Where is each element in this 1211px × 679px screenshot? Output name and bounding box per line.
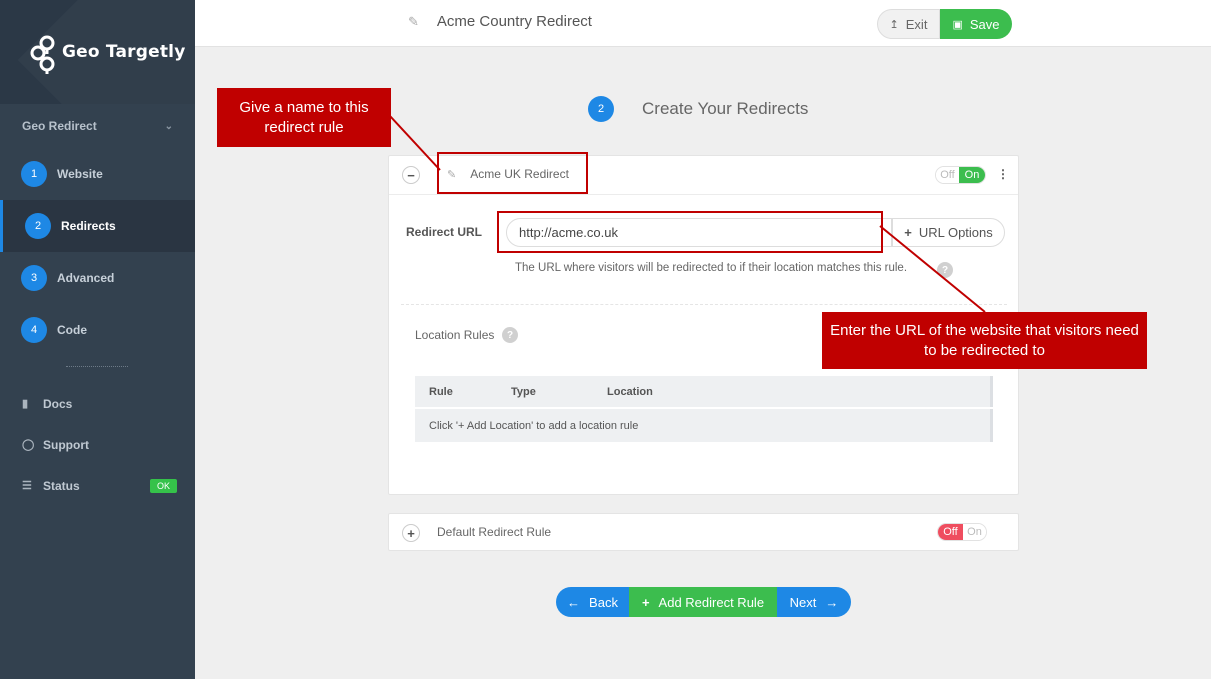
step-number: 2	[25, 213, 51, 239]
exit-icon: ↥	[889, 18, 899, 31]
next-label: Next	[789, 594, 817, 610]
sidebar: Geo Targetly Geo Redirect ⌄ 1 Website 2 …	[0, 0, 195, 679]
brand-logo[interactable]: Geo Targetly	[0, 0, 195, 104]
step-indicator: 2	[588, 96, 614, 122]
column-header: Rule	[429, 385, 453, 398]
default-rule-label[interactable]: Default Redirect Rule	[437, 525, 551, 539]
exit-label: Exit	[905, 16, 928, 32]
toggle-on: On	[959, 167, 985, 183]
floppy-icon: ▣	[952, 18, 963, 31]
sidebar-item-support[interactable]: ◯ Support	[0, 424, 195, 465]
sidebar-item-label: Advanced	[57, 271, 115, 285]
chat-icon: ◯	[22, 439, 35, 451]
help-icon[interactable]: ?	[502, 327, 518, 343]
callout-name: Give a name to this redirect rule	[217, 88, 391, 147]
arrow-left-icon: ←	[567, 594, 581, 610]
add-redirect-rule-button[interactable]: + Add Redirect Rule	[629, 587, 777, 617]
page-title[interactable]: ✎ Acme Country Redirect	[408, 13, 592, 30]
plus-icon: +	[904, 225, 912, 240]
sidebar-item-advanced[interactable]: 3 Advanced	[0, 252, 195, 304]
sidebar-item-code[interactable]: 4 Code	[0, 304, 195, 356]
chevron-down-icon: ⌄	[164, 120, 173, 132]
sidebar-item-docs[interactable]: ▮ Docs	[0, 383, 195, 424]
url-hint: The URL where visitors will be redirecte…	[515, 262, 908, 274]
sidebar-item-status[interactable]: ☰ Status OK	[0, 465, 195, 506]
brand-name: Geo Targetly	[62, 42, 186, 62]
redirect-url-label: Redirect URL	[406, 225, 483, 239]
back-label: Back	[589, 594, 618, 610]
top-bar: ✎ Acme Country Redirect ↥ Exit ▣ Save	[195, 0, 1211, 47]
plus-icon: +	[641, 594, 650, 610]
expand-button[interactable]: +	[402, 524, 420, 542]
location-pin-icon	[30, 34, 58, 74]
sidebar-item-label: Website	[57, 167, 103, 181]
step-number: 1	[21, 161, 47, 187]
location-rules-title: Location Rules	[415, 328, 495, 342]
book-icon: ▮	[22, 398, 29, 410]
step-title: Create Your Redirects	[642, 99, 809, 118]
highlight-url-input	[497, 211, 883, 253]
sidebar-item-label: Redirects	[61, 219, 116, 233]
section-label: Geo Redirect	[22, 119, 97, 133]
rule-toggle[interactable]: Off On	[935, 166, 986, 184]
sidebar-item-label: Code	[57, 323, 87, 337]
toggle-on: On	[963, 524, 986, 540]
callout-url: Enter the URL of the website that visito…	[822, 312, 1147, 369]
toggle-off: Off	[936, 167, 959, 183]
section-geo-redirect[interactable]: Geo Redirect ⌄	[0, 104, 195, 148]
exit-button[interactable]: ↥ Exit	[877, 9, 940, 39]
status-badge: OK	[149, 478, 177, 493]
database-icon: ☰	[22, 480, 32, 492]
next-button[interactable]: Next →	[777, 587, 851, 617]
wizard-nav: ← Back + Add Redirect Rule Next →	[556, 587, 851, 617]
sidebar-item-label: Status	[43, 478, 80, 493]
location-rules-table: Rule Type Location Click '+ Add Location…	[415, 376, 993, 442]
page-title-text: Acme Country Redirect	[436, 13, 592, 30]
top-actions: ↥ Exit ▣ Save	[877, 9, 1012, 39]
sidebar-item-label: Docs	[43, 396, 73, 411]
table-header: Rule Type Location	[415, 376, 993, 407]
help-icon[interactable]: ?	[937, 262, 953, 278]
divider	[401, 304, 1007, 305]
arrow-right-icon: →	[825, 594, 839, 610]
toggle-off: Off	[938, 524, 963, 540]
edit-icon: ✎	[408, 13, 419, 29]
more-options-icon[interactable]: ⋮	[997, 167, 1009, 181]
table-empty-row: Click '+ Add Location' to add a location…	[415, 409, 993, 442]
collapse-button[interactable]: −	[402, 166, 420, 184]
add-label: Add Redirect Rule	[658, 594, 765, 610]
divider	[66, 366, 128, 367]
save-button[interactable]: ▣ Save	[940, 9, 1012, 39]
column-header: Type	[511, 385, 536, 398]
default-rule-toggle[interactable]: Off On	[937, 523, 987, 541]
back-button[interactable]: ← Back	[556, 587, 629, 617]
highlight-rule-name	[437, 152, 588, 194]
url-options-button[interactable]: + URL Options	[892, 218, 1005, 247]
default-rule-card: + Default Redirect Rule Off On	[388, 513, 1019, 551]
sidebar-item-website[interactable]: 1 Website	[0, 148, 195, 200]
url-options-label: URL Options	[918, 225, 993, 240]
step-number: 3	[21, 265, 47, 291]
sidebar-item-redirects[interactable]: 2 Redirects	[0, 200, 195, 252]
step-number: 4	[21, 317, 47, 343]
column-header: Location	[607, 385, 653, 398]
sidebar-item-label: Support	[43, 437, 89, 452]
save-label: Save	[969, 16, 1000, 32]
